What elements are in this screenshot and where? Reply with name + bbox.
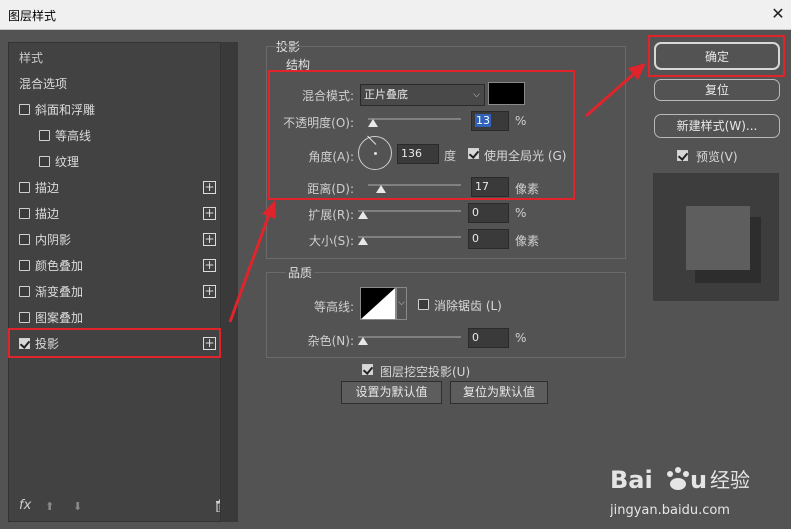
svg-text:jingyan.baidu.com: jingyan.baidu.com bbox=[610, 503, 730, 518]
annotation-arrows bbox=[228, 63, 646, 323]
svg-text:Bai: Bai bbox=[610, 466, 653, 494]
baidu-jingyan-watermark: Bai u 经验 jingyan.baidu.com bbox=[609, 462, 780, 524]
svg-text:经验: 经验 bbox=[710, 468, 750, 492]
svg-text:u: u bbox=[690, 466, 707, 494]
